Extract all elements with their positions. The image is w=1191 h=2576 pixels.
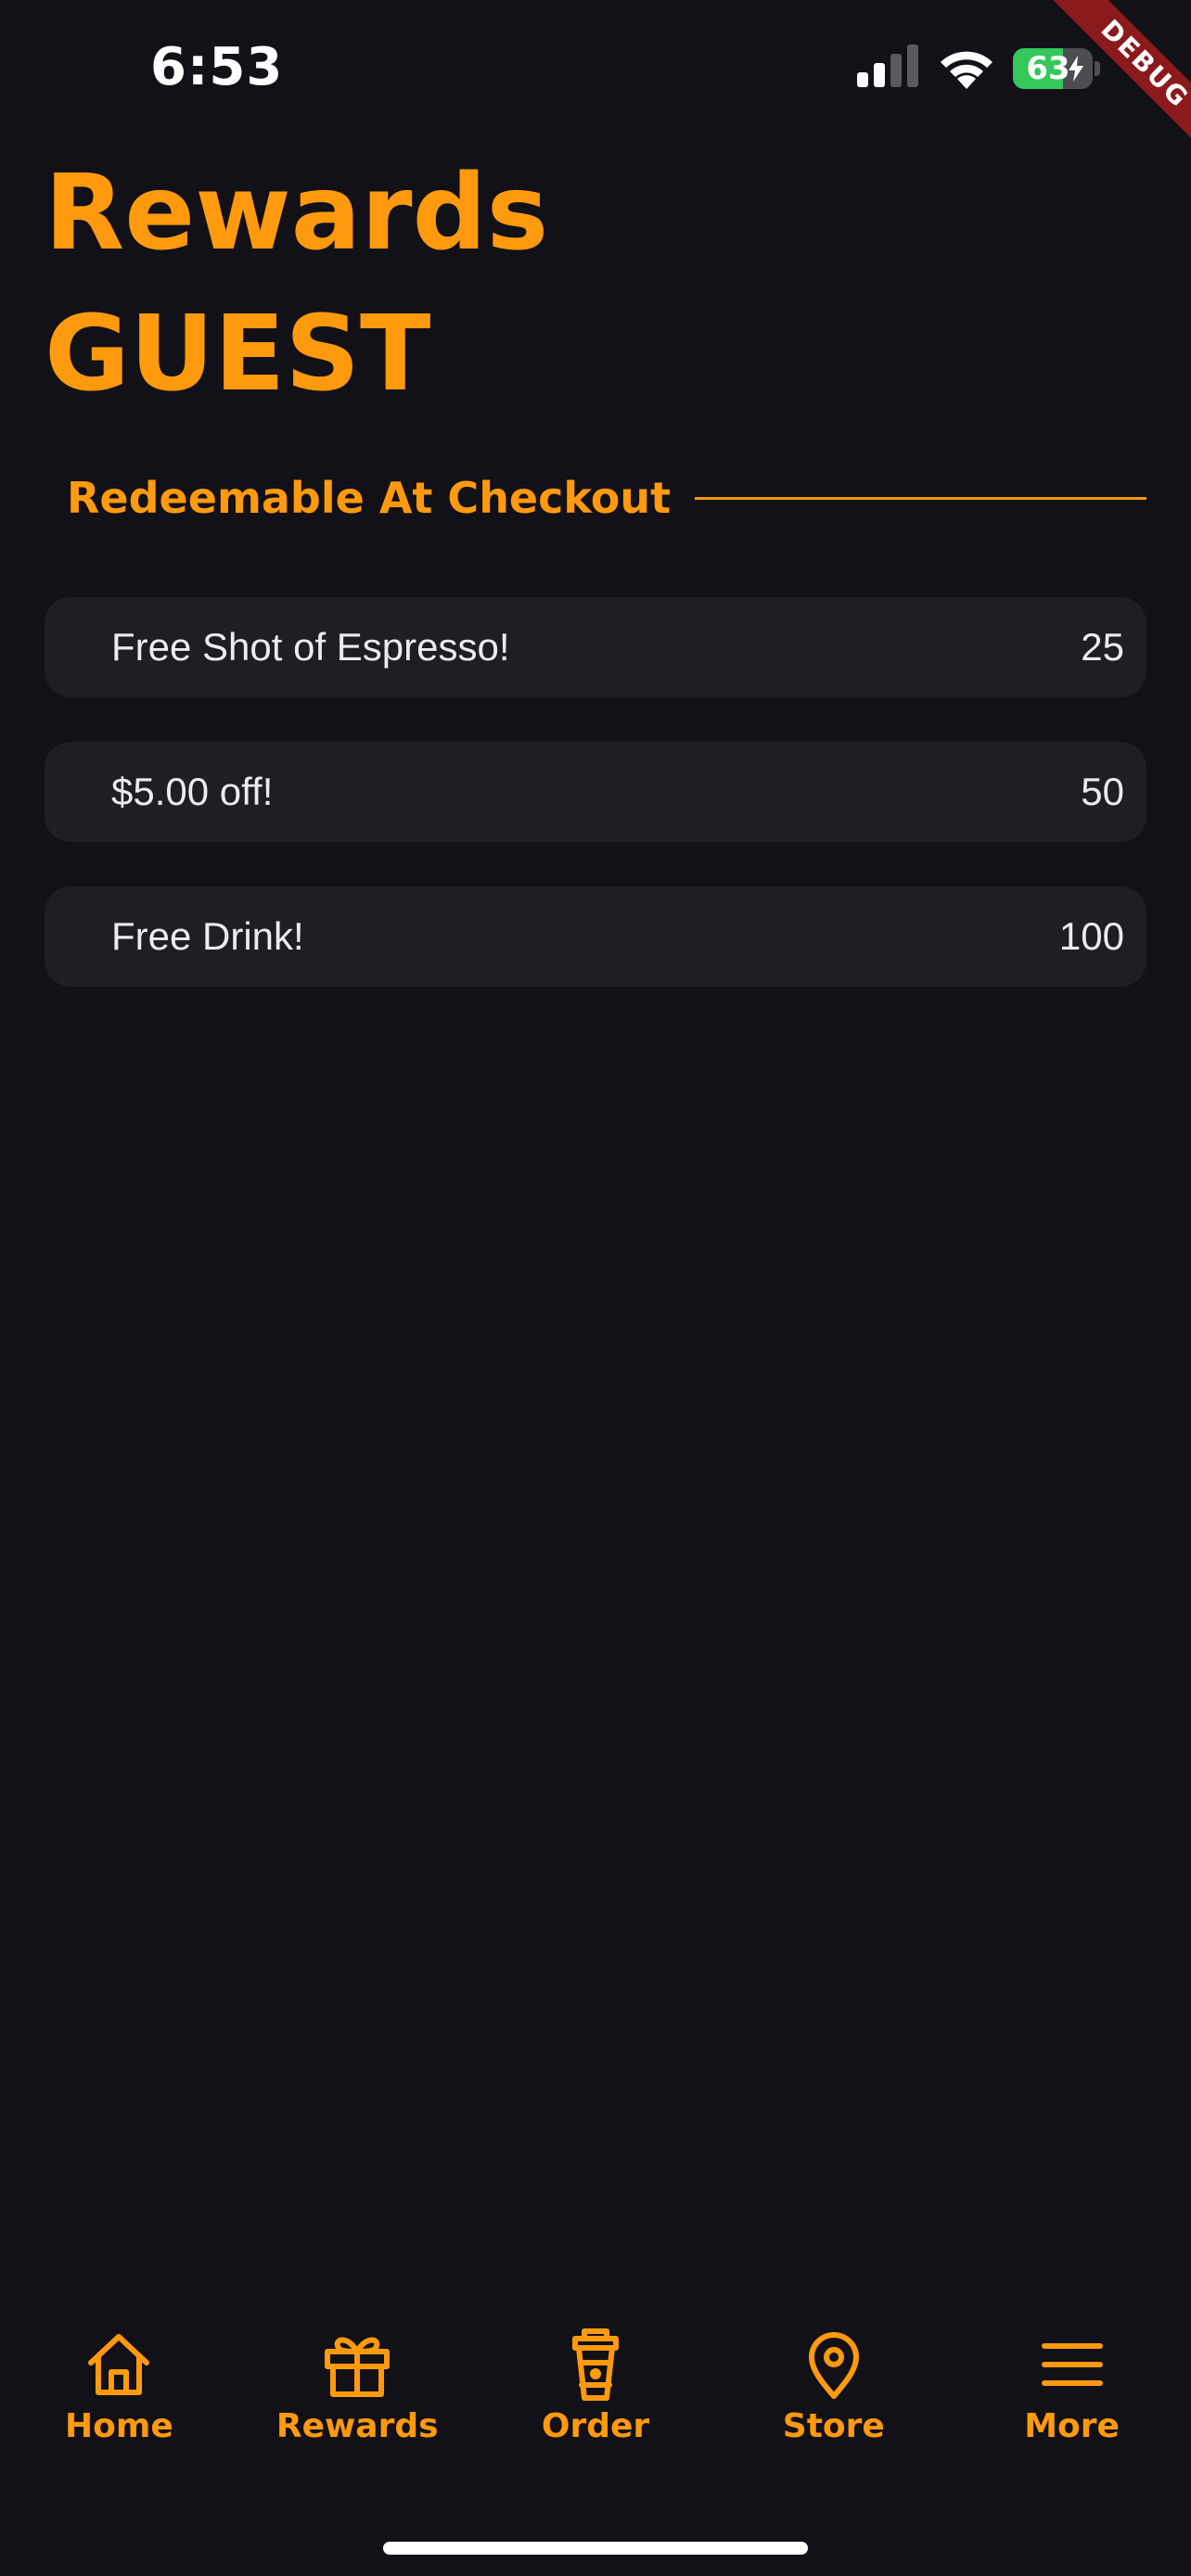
nav-item-order[interactable]: Order bbox=[477, 2327, 715, 2485]
rewards-list: Free Shot of Espresso! 25 $5.00 off! 50 … bbox=[45, 597, 1146, 1031]
nav-label: Home bbox=[65, 2407, 173, 2445]
wifi-icon bbox=[941, 51, 992, 89]
user-name: GUEST bbox=[45, 294, 431, 414]
status-bar: 6:53 63 bbox=[0, 0, 1191, 139]
reward-points: 100 bbox=[1058, 914, 1124, 958]
menu-icon bbox=[1041, 2343, 1103, 2386]
nav-item-rewards[interactable]: Rewards bbox=[238, 2327, 477, 2485]
bottom-nav: Home Rewards Order Store More bbox=[0, 2327, 1191, 2485]
reward-points: 25 bbox=[1081, 625, 1124, 669]
home-indicator[interactable] bbox=[383, 2542, 808, 2555]
nav-label: More bbox=[1024, 2407, 1120, 2445]
nav-item-store[interactable]: Store bbox=[714, 2327, 953, 2485]
map-pin-icon bbox=[808, 2332, 859, 2399]
debug-banner: DEBUG bbox=[1033, 0, 1191, 158]
reward-item[interactable]: Free Drink! 100 bbox=[45, 886, 1146, 987]
debug-label: DEBUG bbox=[1045, 0, 1191, 158]
nav-label: Rewards bbox=[275, 2407, 439, 2445]
nav-label: Store bbox=[782, 2407, 885, 2445]
page-title: Rewards bbox=[45, 153, 549, 274]
reward-item[interactable]: Free Shot of Espresso! 25 bbox=[45, 597, 1146, 697]
gift-icon bbox=[325, 2337, 391, 2397]
status-time: 6:53 bbox=[150, 37, 284, 97]
reward-item[interactable]: $5.00 off! 50 bbox=[45, 742, 1146, 842]
reward-points: 50 bbox=[1081, 770, 1124, 813]
section-title: Redeemable At Checkout bbox=[67, 473, 672, 523]
reward-name: $5.00 off! bbox=[111, 770, 274, 813]
home-icon bbox=[88, 2334, 150, 2395]
coffee-cup-icon bbox=[571, 2328, 619, 2401]
reward-name: Free Drink! bbox=[111, 914, 304, 958]
cellular-signal-icon bbox=[857, 45, 918, 87]
reward-name: Free Shot of Espresso! bbox=[111, 625, 510, 669]
section-header: Redeemable At Checkout bbox=[67, 465, 1146, 530]
nav-item-more[interactable]: More bbox=[953, 2327, 1191, 2485]
section-divider bbox=[695, 496, 1146, 500]
nav-item-home[interactable]: Home bbox=[0, 2327, 238, 2485]
nav-label: Order bbox=[541, 2407, 650, 2445]
